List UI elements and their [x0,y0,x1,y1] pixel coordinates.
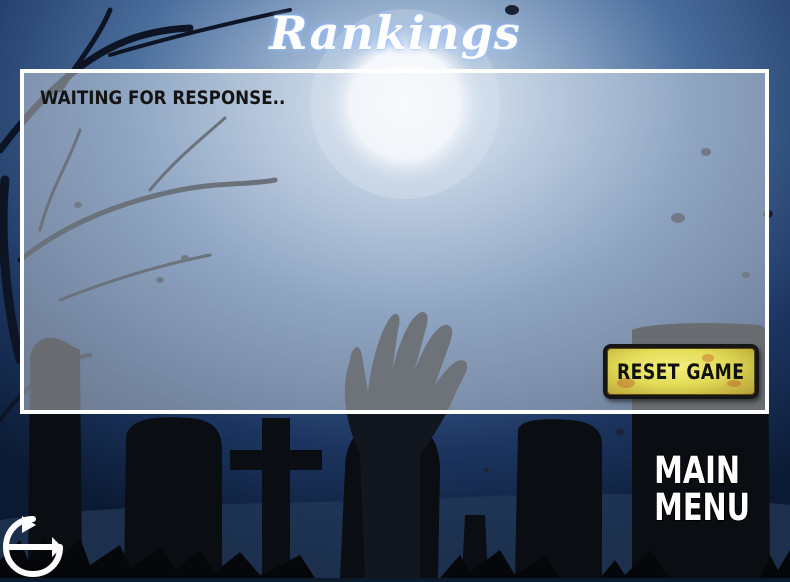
status-message: WAITING FOR RESPONSE.. [40,87,286,109]
reset-game-button[interactable]: RESET GAME [603,344,759,399]
reset-game-label: RESET GAME [617,359,745,384]
back-arrow-icon [2,516,63,578]
main-menu-button[interactable]: MAIN MENU [654,452,750,526]
page-title: Rankings [269,6,521,60]
back-button[interactable] [0,513,66,578]
rankings-panel: WAITING FOR RESPONSE.. RESET GAME [20,69,769,414]
